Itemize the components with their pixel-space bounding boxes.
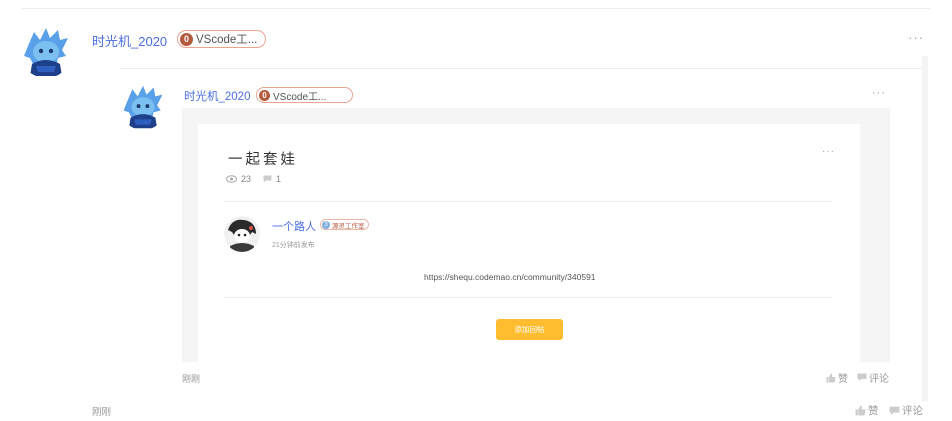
comment-label: 评论 — [869, 374, 889, 385]
badge-label: VScode工... — [273, 91, 327, 103]
user-avatar[interactable] — [20, 26, 72, 78]
post-link[interactable]: https://shequ.codemao.cn/community/34059… — [424, 272, 596, 282]
comment-label: 评论 — [902, 405, 923, 417]
avatar-character-icon — [224, 216, 260, 252]
view-count: 23 — [241, 174, 252, 184]
badge-icon: 0 — [259, 89, 270, 101]
scroll-rail[interactable] — [922, 56, 928, 401]
comment-bubble-icon — [263, 175, 272, 183]
comment-button[interactable]: 评论 — [889, 403, 923, 418]
badge-icon: 0 — [180, 32, 193, 46]
reply-username-link[interactable]: 时光机_2020 — [184, 88, 250, 104]
thumbs-up-icon — [855, 405, 866, 416]
reply-avatar[interactable] — [120, 84, 166, 130]
badge-label: VScode工... — [196, 34, 258, 46]
author-badge-label: 源灵工作室 — [332, 222, 365, 230]
card-divider — [224, 201, 832, 202]
like-button[interactable]: 赞 — [855, 403, 879, 418]
post-more-options-icon[interactable]: ··· — [822, 146, 835, 157]
card-divider — [224, 297, 832, 298]
author-name-link[interactable]: 一个路人 — [272, 218, 316, 234]
add-reply-button[interactable]: 添加回帖 — [496, 319, 563, 340]
username-link[interactable]: 时光机_2020 — [92, 31, 167, 50]
reply-more-options-icon[interactable]: ··· — [872, 87, 886, 99]
comment-bubble-icon — [889, 406, 900, 415]
reply-timestamp: 刚刚 — [182, 374, 201, 384]
user-badge[interactable]: 0 VScode工... — [177, 30, 267, 48]
comment-count: 1 — [276, 174, 282, 184]
comment-bubble-icon — [857, 373, 867, 382]
reply-comment-button[interactable]: 评论 — [857, 370, 889, 385]
post-stats: 23 1 — [226, 174, 293, 184]
eye-icon — [226, 175, 237, 183]
author-studio-badge[interactable]: 3 源灵工作室 — [320, 219, 369, 230]
like-label: 赞 — [838, 374, 848, 385]
reply-user-badge[interactable]: 0 VScode工... — [256, 87, 354, 103]
author-avatar[interactable] — [224, 216, 260, 252]
like-label: 赞 — [868, 405, 879, 417]
badge-icon: 3 — [322, 220, 330, 229]
comment-timestamp: 刚刚 — [92, 407, 112, 418]
top-divider — [22, 8, 930, 9]
thumbs-up-icon — [826, 373, 836, 382]
more-options-icon[interactable]: ··· — [908, 30, 924, 45]
post-title[interactable]: 一起套娃 — [228, 148, 298, 169]
reply-like-button[interactable]: 赞 — [826, 370, 848, 385]
publish-time: 21分钟前发布 — [272, 242, 315, 249]
avatar-character-icon — [20, 26, 72, 78]
avatar-character-icon — [120, 84, 166, 130]
